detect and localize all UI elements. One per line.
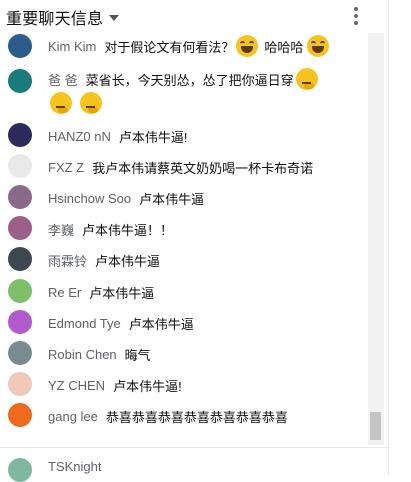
avatar — [8, 310, 32, 334]
chat-scrollbar-track[interactable] — [368, 33, 384, 445]
message-text: 卢本伟牛逼 — [139, 191, 205, 207]
message-text: 卢本伟牛逼 — [95, 253, 161, 269]
message-text: 卢本伟牛逼! — [118, 129, 188, 145]
author-name: Robin Chen — [48, 346, 117, 362]
author-name: YZ CHEN — [48, 377, 106, 393]
chat-scrollbar-thumb[interactable] — [370, 412, 381, 440]
author-name: gang lee — [48, 408, 98, 424]
avatar — [8, 34, 32, 58]
message-text: 晦气 — [124, 347, 151, 363]
avatar — [8, 154, 32, 178]
avatar — [8, 247, 32, 271]
author-name: FXZ Z — [48, 159, 85, 175]
message-text: 卢本伟牛逼 — [128, 316, 194, 332]
avatar — [8, 216, 32, 240]
message-text: 菜省长，今天别怂，怂了把你逼日穿 — [85, 72, 294, 88]
chat-message: 雨霖铃 卢本伟牛逼 — [0, 245, 385, 273]
chat-list: Kim Kim 对于假论文有何看法？ 哈哈哈 爸 爸 菜省长，今天别怂，怂了把你… — [0, 33, 385, 445]
chat-message: Robin Chen 晦气 — [0, 339, 385, 367]
author-name: Re Er — [48, 284, 82, 300]
chat-message: Edmond Tye 卢本伟牛逼 — [0, 308, 385, 336]
laughing-emoji-icon — [307, 35, 330, 57]
message-text: 卢本伟牛逼 — [89, 285, 155, 301]
kebab-menu-icon[interactable] — [349, 7, 363, 27]
panel-border — [388, 0, 389, 475]
message-text: 恭喜恭喜恭喜恭喜恭喜恭喜恭喜 — [105, 409, 288, 425]
message-text: 卢本伟牛逼！！ — [82, 222, 174, 238]
avatar — [8, 341, 32, 365]
message-text: 我卢本伟请蔡英文奶奶喝一杯卡布奇诺 — [92, 160, 314, 176]
chat-message: YZ CHEN 卢本伟牛逼! — [0, 370, 385, 398]
author-name: Kim Kim — [48, 38, 97, 54]
thinking-emoji-icon — [295, 68, 318, 90]
chat-title[interactable]: 重要聊天信息 — [6, 5, 103, 29]
thinking-emoji-icon — [50, 92, 72, 114]
author-name: Hsinchow Soo — [48, 190, 132, 206]
chat-message: 爸 爸 菜省长，今天别怂，怂了把你逼日穿 — [0, 63, 385, 115]
thinking-emoji-icon — [80, 92, 102, 114]
chat-message: Kim Kim 对于假论文有何看法？ 哈哈哈 — [0, 33, 385, 61]
chat-message: Hsinchow Soo 卢本伟牛逼 — [0, 183, 385, 211]
author-name: 雨霖铃 — [48, 253, 88, 269]
divider — [0, 447, 390, 448]
avatar — [8, 403, 32, 427]
author-name: HANZ0 nN — [48, 128, 111, 144]
avatar — [8, 458, 32, 482]
chat-message: HANZ0 nN 卢本伟牛逼! — [0, 121, 385, 149]
chat-message: gang lee 恭喜恭喜恭喜恭喜恭喜恭喜恭喜 — [0, 401, 385, 429]
author-name: 爸 爸 — [48, 72, 78, 88]
chat-message: Re Er 卢本伟牛逼 — [0, 277, 385, 305]
message-text: 卢本伟牛逼! — [113, 378, 182, 394]
message-text: 对于假论文有何看法？ — [104, 39, 235, 55]
caret-down-icon[interactable] — [109, 14, 120, 21]
current-user-name: TSKnight — [48, 459, 102, 474]
author-name: Edmond Tye — [48, 315, 121, 331]
avatar — [8, 185, 32, 209]
chat-message: FXZ Z 我卢本伟请蔡英文奶奶喝一杯卡布奇诺 — [0, 152, 385, 180]
avatar — [8, 279, 32, 303]
laughing-emoji-icon — [236, 35, 259, 57]
message-text-suffix: 哈哈哈 — [264, 39, 304, 55]
avatar — [8, 69, 32, 93]
avatar — [8, 123, 32, 147]
author-name: 李巍 — [48, 222, 75, 238]
current-user-row: TSKnight — [0, 451, 390, 482]
avatar — [8, 372, 32, 396]
chat-message: 李巍 卢本伟牛逼！！ — [0, 214, 385, 242]
